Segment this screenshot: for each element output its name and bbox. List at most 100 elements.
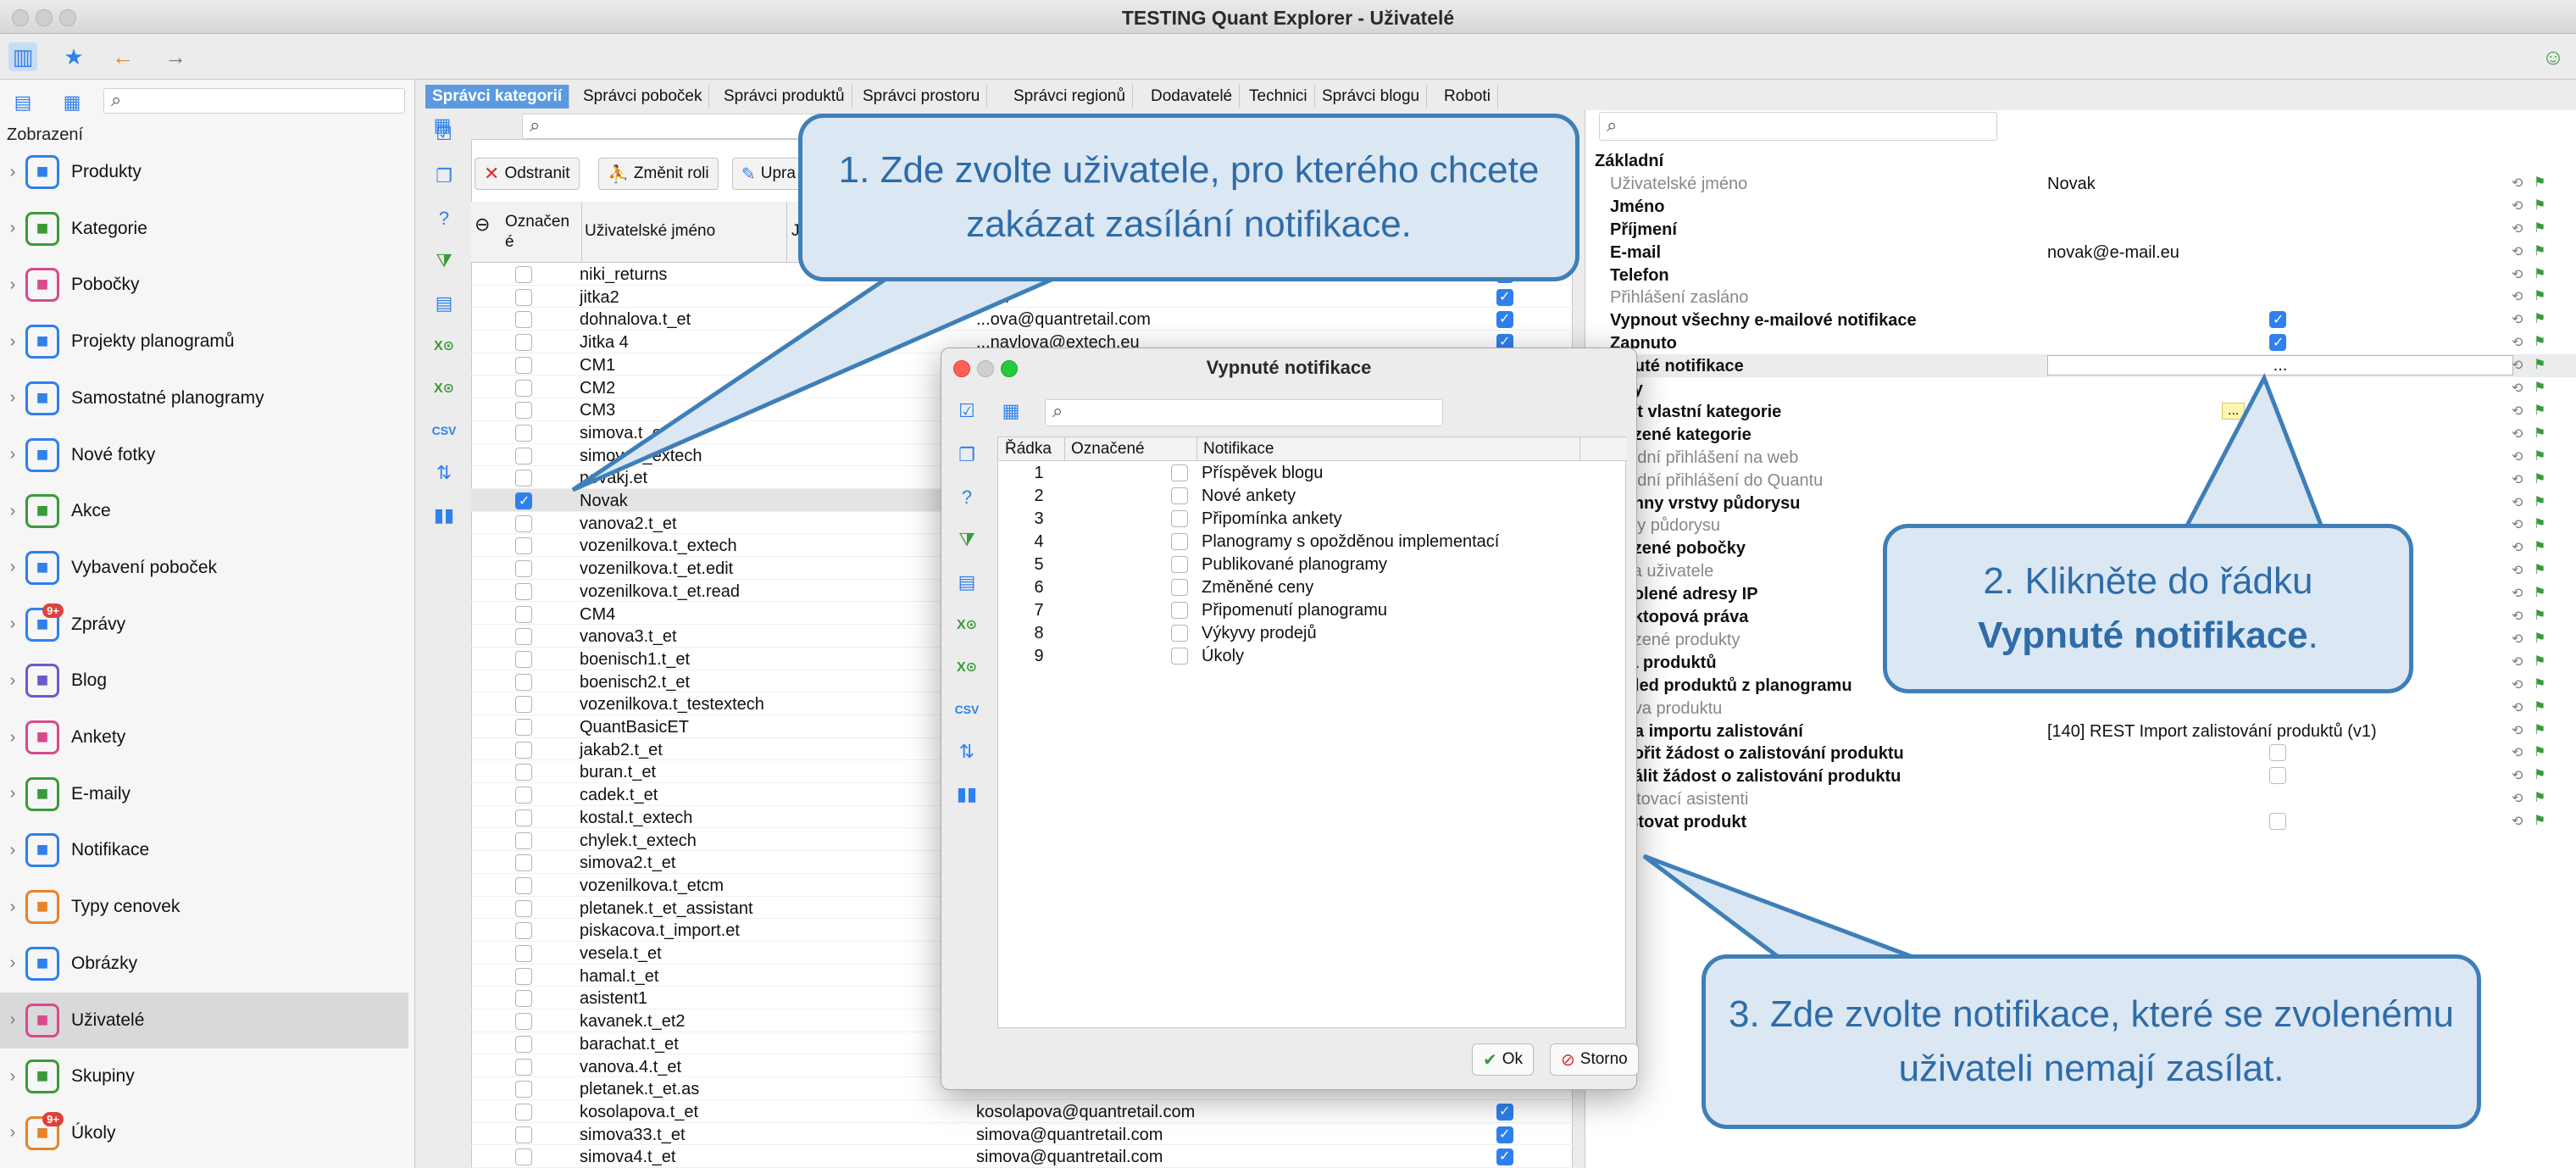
change-role-button[interactable]: ⛹ Změnit roli — [598, 158, 719, 190]
row-checkbox[interactable] — [515, 967, 532, 985]
property-checkbox[interactable] — [2269, 767, 2286, 785]
notification-row[interactable]: 8 Výkyvy prodejů — [998, 621, 1627, 644]
row-checkbox[interactable] — [515, 650, 532, 668]
property-row[interactable]: ...lední přihlášení na web ⟲ ⚑ — [1585, 446, 2576, 469]
property-value[interactable]: ... — [2047, 355, 2513, 376]
property-row[interactable]: E-mail novak@e-mail.eu ⟲ ⚑ — [1585, 241, 2576, 264]
notification-checkbox[interactable] — [1171, 533, 1188, 550]
active-checkbox[interactable] — [1496, 310, 1513, 329]
pin-icon[interactable]: ⚑ — [2534, 789, 2545, 806]
table-view-icon[interactable]: ▦ — [58, 88, 86, 117]
transfer-icon[interactable]: ⇅ — [430, 459, 458, 487]
reset-icon[interactable]: ⟲ — [2512, 243, 2523, 260]
property-row[interactable]: Zapnuto⟲⚑ — [1585, 331, 2576, 354]
tab-5[interactable]: Dodavatelé — [1144, 85, 1241, 108]
dialog-table-settings-icon[interactable]: ▦ — [997, 398, 1024, 425]
pin-icon[interactable]: ⚑ — [2534, 698, 2545, 715]
property-value[interactable]: novak@e-mail.eu — [2047, 243, 2179, 263]
dialog-document-icon[interactable]: ▤ — [953, 569, 980, 596]
property-row[interactable]: ...chny vrstvy půdorysu ⟲ ⚑ — [1585, 492, 2576, 514]
chevron-right-icon[interactable]: › — [0, 388, 25, 408]
sidebar-search-input[interactable]: ⌕ — [103, 88, 405, 114]
sidebar-item-5[interactable]: › ■ Nové fotky — [0, 427, 408, 483]
ok-button[interactable]: ✔ Ok — [1472, 1043, 1535, 1076]
notification-checkbox[interactable] — [1171, 556, 1188, 573]
pin-icon[interactable]: ⚑ — [2534, 515, 2545, 532]
properties-search-input[interactable]: ⌕ — [1599, 112, 1997, 141]
filter-icon[interactable]: ⧩ — [430, 248, 458, 275]
row-checkbox[interactable] — [515, 537, 532, 555]
pin-icon[interactable]: ⚑ — [2534, 676, 2545, 692]
pin-icon[interactable]: ⚑ — [2534, 584, 2545, 601]
property-value[interactable]: Novak — [2047, 175, 2096, 194]
sidebar-toggle-icon[interactable]: ▥ — [8, 42, 37, 71]
row-checkbox[interactable] — [515, 854, 532, 872]
pin-icon[interactable]: ⚑ — [2534, 197, 2545, 214]
property-row[interactable]: ...azené kategorie ⟲ ⚑ — [1585, 423, 2576, 446]
tab-0[interactable]: Správci kategorií — [425, 85, 570, 108]
pin-icon[interactable]: ⚑ — [2534, 220, 2545, 236]
pin-icon[interactable]: ⚑ — [2534, 174, 2545, 191]
cancel-button[interactable]: ⊘ Storno — [1550, 1043, 1639, 1076]
property-row[interactable]: Vypnout všechny e-mailové notifikace ⟲ ⚑ — [1585, 309, 2576, 331]
chevron-right-icon[interactable]: › — [0, 954, 25, 973]
pin-icon[interactable]: ⚑ — [2534, 379, 2545, 396]
pin-icon[interactable]: ⚑ — [2534, 242, 2545, 259]
reset-icon[interactable]: ⟲ — [2512, 676, 2523, 693]
property-row[interactable]: Přihlášení zasláno ⟲ ⚑ — [1585, 286, 2576, 309]
pin-icon[interactable]: ⚑ — [2534, 287, 2545, 304]
document-icon[interactable]: ▤ — [430, 290, 458, 317]
row-checkbox[interactable] — [515, 288, 532, 306]
row-checkbox[interactable] — [515, 787, 532, 804]
dialog-transfer-icon[interactable]: ⇅ — [953, 738, 980, 765]
reset-icon[interactable]: ⟲ — [2512, 608, 2523, 625]
pin-icon[interactable]: ⚑ — [2534, 721, 2545, 738]
chevron-right-icon[interactable]: › — [0, 445, 25, 464]
property-row[interactable]: Příjmení ⟲ ⚑ — [1585, 218, 2576, 241]
reset-icon[interactable]: ⟲ — [2512, 197, 2523, 214]
row-checkbox[interactable] — [515, 560, 532, 578]
notification-row[interactable]: 4 Planogramy s opožděnou implementací — [998, 530, 1627, 553]
dialog-copy-icon[interactable]: ❐ — [953, 442, 980, 469]
table-settings-icon[interactable]: ▦ — [429, 112, 456, 139]
smiley-icon[interactable]: ☺ — [2539, 42, 2568, 71]
reset-icon[interactable]: ⟲ — [2512, 654, 2523, 670]
property-row[interactable]: ...nuté notifikace... ⟲ ⚑ — [1585, 354, 2576, 377]
table-row[interactable]: simova4.t_et simova@quantretail.com — [471, 1145, 1573, 1168]
reset-icon[interactable]: ⟲ — [2512, 334, 2523, 351]
sidebar-item-14[interactable]: › ■ Obrázky — [0, 936, 408, 992]
tab-6[interactable]: Technici — [1242, 85, 1315, 108]
property-row[interactable]: ...lední přihlášení do Quantu ⟲ ⚑ — [1585, 469, 2576, 492]
sort-icon[interactable]: ⊖ — [475, 214, 490, 236]
row-checkbox[interactable] — [515, 696, 532, 714]
row-checkbox[interactable] — [515, 266, 532, 283]
dialog-chart-icon[interactable]: ▮▮ — [953, 781, 980, 808]
reset-icon[interactable]: ⟲ — [2512, 425, 2523, 442]
row-checkbox[interactable] — [515, 356, 532, 374]
pin-icon[interactable]: ⚑ — [2534, 743, 2545, 760]
chevron-right-icon[interactable]: › — [0, 784, 25, 804]
chevron-right-icon[interactable]: › — [0, 332, 25, 352]
dialog-csv-export-icon[interactable]: CSV — [953, 696, 980, 723]
sidebar-item-12[interactable]: › ■ Notifikace — [0, 822, 408, 878]
sidebar-item-11[interactable]: › ■ E-maily — [0, 766, 408, 822]
chevron-right-icon[interactable]: › — [0, 502, 25, 521]
dialog-help-icon[interactable]: ? — [953, 484, 980, 511]
pin-icon[interactable]: ⚑ — [2534, 607, 2545, 624]
help-icon[interactable]: ? — [430, 205, 458, 232]
reset-icon[interactable]: ⟲ — [2512, 448, 2523, 465]
pin-icon[interactable]: ⚑ — [2534, 333, 2545, 350]
pin-icon[interactable]: ⚑ — [2534, 630, 2545, 647]
notification-row[interactable]: 3 Připomínka ankety — [998, 507, 1627, 530]
row-checkbox[interactable] — [515, 424, 532, 442]
sidebar-item-1[interactable]: › ■ Kategorie — [0, 201, 408, 257]
property-row[interactable]: ...ha importu zalistování [140] REST Impo… — [1585, 720, 2576, 743]
chevron-right-icon[interactable]: › — [0, 1067, 25, 1087]
reset-icon[interactable]: ⟲ — [2512, 539, 2523, 556]
forward-arrow-icon[interactable]: → — [161, 42, 190, 71]
remove-button[interactable]: ✕ Odstranit — [475, 158, 580, 190]
notification-row[interactable]: 2 Nové ankety — [998, 484, 1627, 507]
pin-icon[interactable]: ⚑ — [2534, 470, 2545, 487]
reset-icon[interactable]: ⟲ — [2512, 175, 2523, 192]
row-checkbox[interactable] — [515, 719, 532, 736]
